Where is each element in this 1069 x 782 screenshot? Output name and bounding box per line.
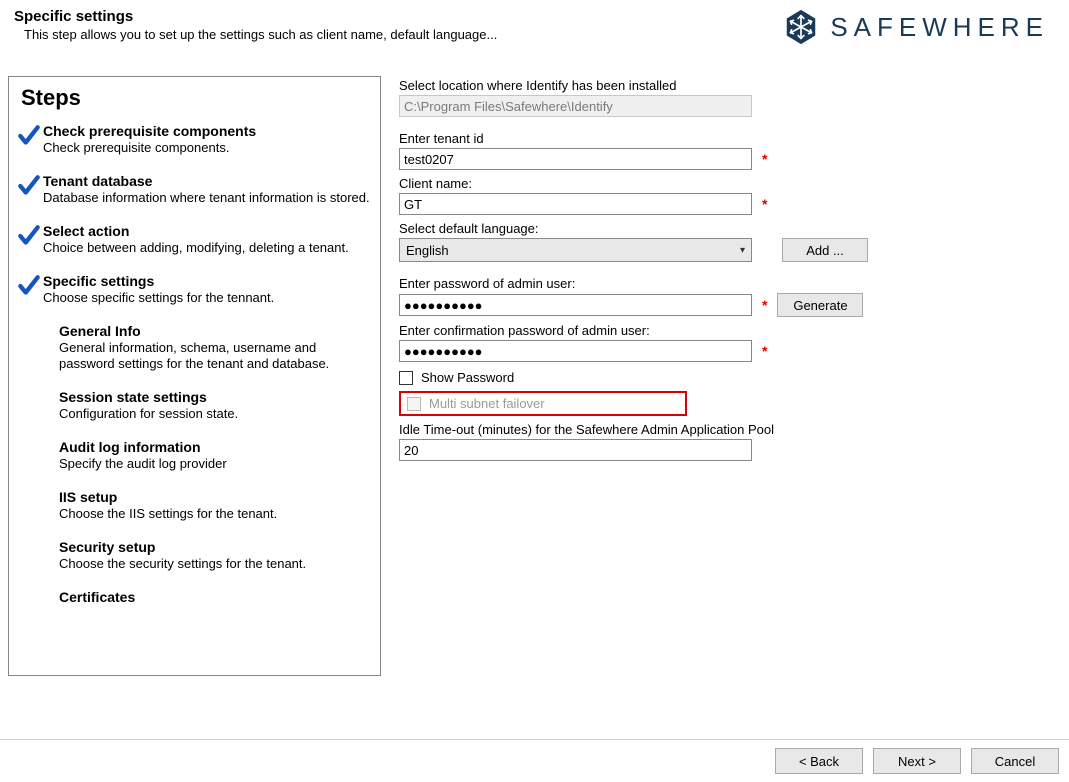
- step-desc: General information, schema, username an…: [59, 340, 372, 374]
- page-subtitle: This step allows you to set up the setti…: [14, 27, 497, 42]
- form-panel: Select location where Identify has been …: [391, 76, 1061, 676]
- step-title: Certificates: [59, 589, 372, 605]
- step-title: General Info: [59, 323, 372, 339]
- multi-subnet-highlight: Multi subnet failover: [399, 391, 687, 416]
- step-item[interactable]: IIS setup Choose the IIS settings for th…: [15, 489, 376, 523]
- install-location-label: Select location where Identify has been …: [399, 78, 1053, 93]
- step-desc: Database information where tenant inform…: [43, 190, 372, 207]
- brand-logo: SAFEWHERE: [782, 8, 1055, 46]
- step-item[interactable]: General Info General information, schema…: [15, 323, 376, 374]
- multi-subnet-checkbox: [407, 397, 421, 411]
- tenant-id-input[interactable]: [399, 148, 752, 170]
- step-desc: Configuration for session state.: [59, 406, 372, 423]
- step-item[interactable]: Check prerequisite components Check prer…: [15, 123, 376, 157]
- checkmark-icon: [15, 223, 43, 249]
- required-asterisk: *: [762, 151, 767, 167]
- generate-password-button[interactable]: Generate: [777, 293, 863, 317]
- steps-scroll[interactable]: Check prerequisite components Check prer…: [15, 123, 380, 669]
- tenant-id-label: Enter tenant id: [399, 131, 1053, 146]
- step-item[interactable]: Specific settings Choose specific settin…: [15, 273, 376, 307]
- brand-text: SAFEWHERE: [830, 12, 1049, 43]
- required-asterisk: *: [762, 196, 767, 212]
- idle-timeout-label: Idle Time-out (minutes) for the Safewher…: [399, 422, 1053, 437]
- step-title: Session state settings: [59, 389, 372, 405]
- add-language-button[interactable]: Add ...: [782, 238, 868, 262]
- step-title: IIS setup: [59, 489, 372, 505]
- step-title: Security setup: [59, 539, 372, 555]
- password-confirm-input[interactable]: [399, 340, 752, 362]
- multi-subnet-label: Multi subnet failover: [429, 396, 545, 411]
- client-name-label: Client name:: [399, 176, 1053, 191]
- step-desc: Check prerequisite components.: [43, 140, 372, 157]
- checkmark-icon: [15, 173, 43, 199]
- step-item[interactable]: Certificates: [15, 589, 376, 606]
- install-location-input: [399, 95, 752, 117]
- step-item[interactable]: Select action Choice between adding, mod…: [15, 223, 376, 257]
- chevron-down-icon: ▾: [740, 245, 745, 256]
- steps-panel: Steps Check prerequisite components Chec…: [8, 76, 381, 676]
- cancel-button[interactable]: Cancel: [971, 748, 1059, 774]
- step-title: Check prerequisite components: [43, 123, 372, 139]
- checkmark-icon: [15, 273, 43, 299]
- step-desc: Choice between adding, modifying, deleti…: [43, 240, 372, 257]
- show-password-label: Show Password: [421, 370, 514, 385]
- step-desc: Choose the IIS settings for the tenant.: [59, 506, 372, 523]
- step-item[interactable]: Tenant database Database information whe…: [15, 173, 376, 207]
- step-title: Specific settings: [43, 273, 372, 289]
- step-item[interactable]: Audit log information Specify the audit …: [15, 439, 376, 473]
- password-input[interactable]: [399, 294, 752, 316]
- snowflake-icon: [782, 8, 820, 46]
- step-desc: Choose specific settings for the tennant…: [43, 290, 372, 307]
- idle-timeout-input[interactable]: [399, 439, 752, 461]
- step-item[interactable]: Security setup Choose the security setti…: [15, 539, 376, 573]
- step-item[interactable]: Session state settings Configuration for…: [15, 389, 376, 423]
- step-desc: Specify the audit log provider: [59, 456, 372, 473]
- step-title: Tenant database: [43, 173, 372, 189]
- password-confirm-label: Enter confirmation password of admin use…: [399, 323, 1053, 338]
- next-button[interactable]: Next >: [873, 748, 961, 774]
- checkmark-icon: [15, 123, 43, 149]
- page-title: Specific settings: [14, 8, 497, 25]
- password-label: Enter password of admin user:: [399, 276, 1053, 291]
- language-label: Select default language:: [399, 221, 1053, 236]
- back-button[interactable]: < Back: [775, 748, 863, 774]
- steps-heading: Steps: [21, 85, 380, 111]
- step-desc: Choose the security settings for the ten…: [59, 556, 372, 573]
- step-title: Audit log information: [59, 439, 372, 455]
- footer-bar: < Back Next > Cancel: [0, 739, 1069, 782]
- required-asterisk: *: [762, 343, 767, 359]
- step-title: Select action: [43, 223, 372, 239]
- client-name-input[interactable]: [399, 193, 752, 215]
- language-value: English: [406, 243, 449, 258]
- language-select[interactable]: English ▾: [399, 238, 752, 262]
- show-password-checkbox[interactable]: [399, 371, 413, 385]
- required-asterisk: *: [762, 297, 767, 313]
